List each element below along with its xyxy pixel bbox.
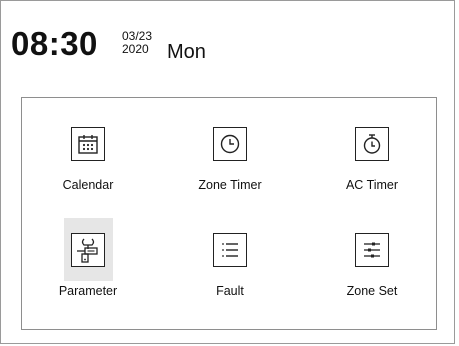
list-icon [213,233,247,267]
menu-item-label: Zone Set [346,284,398,298]
date-display: 03/23 2020 [122,30,152,56]
clock-time: 08:30 [11,25,98,62]
menu-item-label: Fault [216,284,244,298]
date-year: 2020 [122,42,149,56]
menu-item-label: AC Timer [345,178,399,192]
main-menu-panel: Calendar Zone Timer AC Timer Parameter F… [21,97,437,330]
parameter-tools-icon [71,233,105,267]
menu-item-calendar[interactable]: Calendar [30,112,146,207]
weekday-label: Mon [167,41,206,63]
stopwatch-icon [355,127,389,161]
menu-item-ac-timer[interactable]: AC Timer [314,112,430,207]
menu-item-parameter[interactable]: Parameter [30,218,146,313]
calendar-icon [71,127,105,161]
menu-item-label: Zone Timer [198,178,262,192]
menu-item-zone-timer[interactable]: Zone Timer [172,112,288,207]
menu-item-fault[interactable]: Fault [172,218,288,313]
menu-item-label: Parameter [58,284,118,298]
sliders-icon [355,233,389,267]
clock-icon [213,127,247,161]
menu-item-zone-set[interactable]: Zone Set [314,218,430,313]
menu-item-label: Calendar [62,178,114,192]
